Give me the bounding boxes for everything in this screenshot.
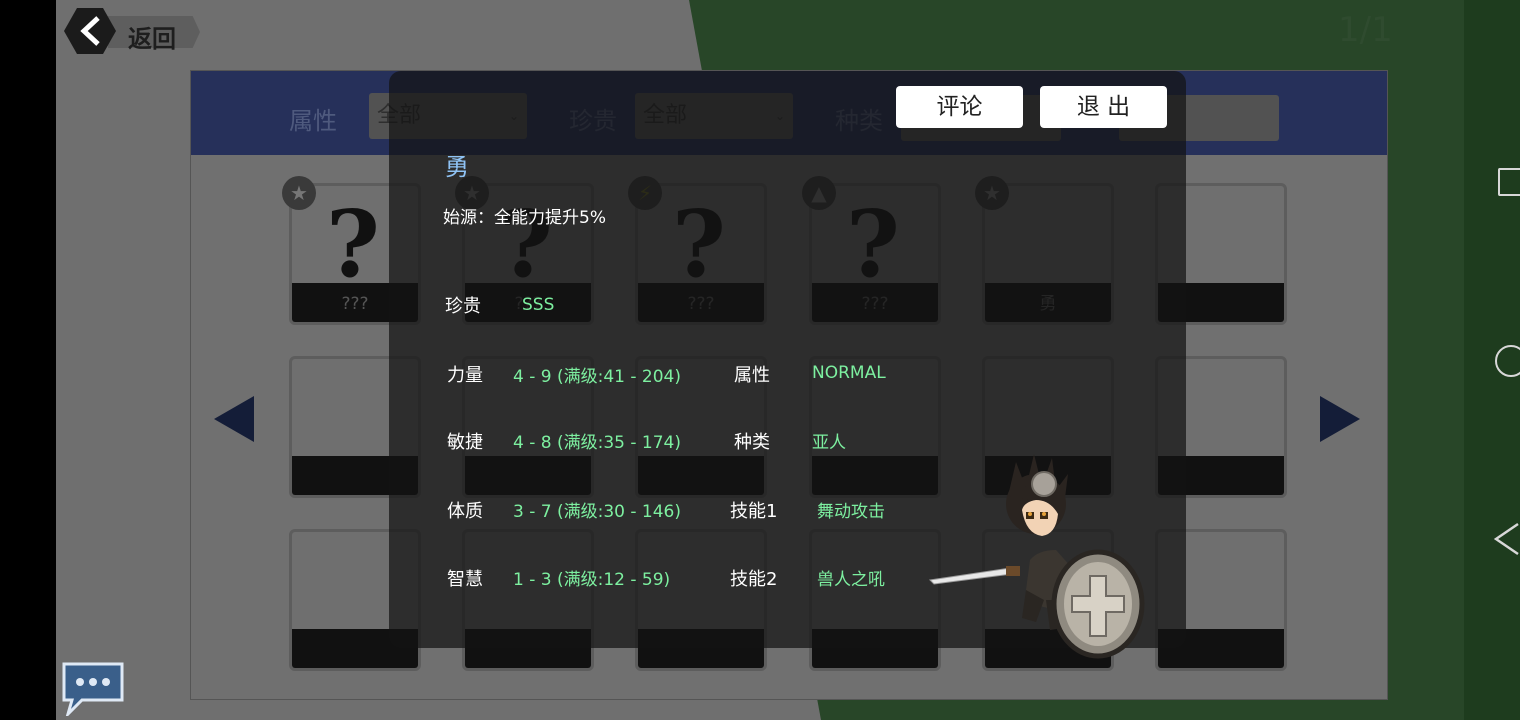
stat-value: 4 - 9 (满级:41 - 204)	[513, 367, 681, 387]
filter-label-attribute: 属性	[289, 107, 337, 135]
attr-value: NORMAL	[812, 363, 886, 383]
chat-icon[interactable]	[60, 660, 126, 716]
home-icon[interactable]	[1495, 345, 1520, 377]
stat-label: 敏捷	[447, 432, 483, 453]
hero-name: 勇	[445, 153, 469, 181]
stat-label: 智慧	[447, 569, 483, 590]
unknown-question-icon: ?	[326, 190, 380, 298]
page-indicator: 1/1	[1338, 10, 1393, 50]
hero-character-image	[928, 454, 1145, 659]
recent-apps-icon[interactable]	[1498, 168, 1520, 196]
comment-button[interactable]: 评论	[896, 86, 1023, 128]
attr-label: 属性	[734, 365, 770, 386]
attr-label: 种类	[734, 432, 770, 453]
attr-value: 亚人	[812, 433, 846, 453]
prev-page-arrow[interactable]	[214, 396, 254, 442]
attr-label: 技能2	[730, 569, 778, 590]
rarity-label: 珍贵	[445, 296, 481, 317]
rarity-value: SSS	[522, 295, 555, 315]
stat-value: 3 - 7 (满级:30 - 146)	[513, 502, 681, 522]
back-button[interactable]: 返回	[64, 8, 202, 56]
next-page-arrow[interactable]	[1320, 396, 1360, 442]
origin-text: 始源：全能力提升5%	[443, 208, 606, 228]
exit-button[interactable]: 退 出	[1040, 86, 1167, 128]
stat-label: 力量	[447, 365, 483, 386]
attr-label: 技能1	[730, 501, 778, 522]
stat-value: 4 - 8 (满级:35 - 174)	[513, 433, 681, 453]
chevron-left-icon	[80, 16, 100, 46]
star-icon: ★	[282, 176, 316, 210]
back-label: 返回	[128, 25, 176, 53]
stat-label: 体质	[447, 501, 483, 522]
system-back-icon[interactable]	[1494, 522, 1520, 556]
stat-value: 1 - 3 (满级:12 - 59)	[513, 570, 671, 590]
attr-value: 舞动攻击	[817, 502, 885, 522]
attr-value: 兽人之吼	[817, 570, 885, 590]
